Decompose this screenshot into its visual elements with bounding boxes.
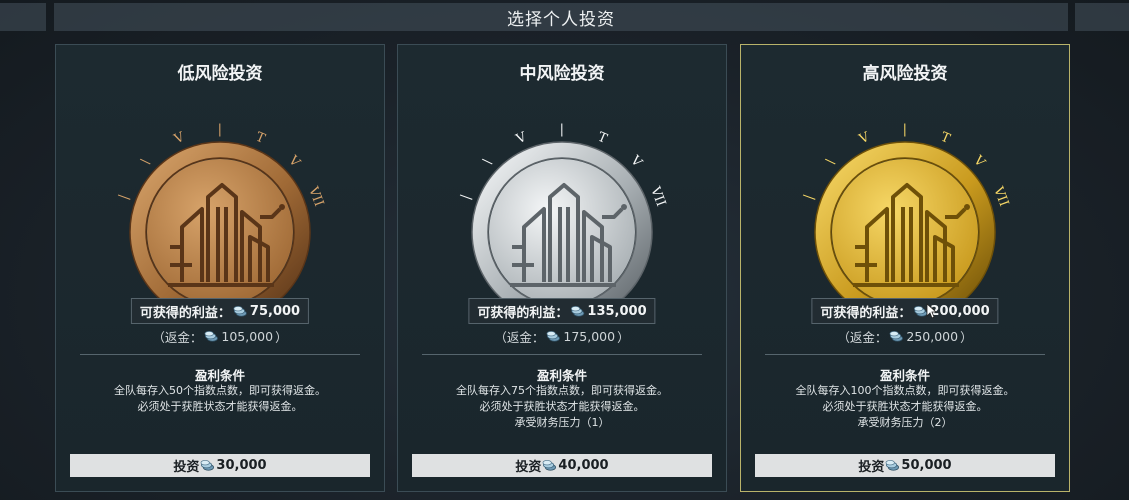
invest-button-label: 投资 <box>173 460 200 475</box>
profit-label: 可获得的利益： <box>139 305 231 321</box>
rebate-suffix: ） <box>960 330 973 345</box>
emblem-numeral: V <box>513 129 529 147</box>
profit-value: 135,000 <box>587 303 647 319</box>
invest-button[interactable]: 投资 30,000 <box>70 454 370 477</box>
emblem-numeral: \ <box>139 155 153 169</box>
profit-value: 75,000 <box>249 303 301 319</box>
profit-box: 可获得的利益： 135,000 <box>468 298 656 324</box>
emblem-numeral: | <box>116 192 132 201</box>
investment-card-medium[interactable]: 中风险投资 | \ V | T V VII 可获得的利益： 135,000 （返金： 175… <box>397 44 727 492</box>
header-side-right <box>1075 3 1129 31</box>
investment-card-high[interactable]: 高风险投资 | \ V | T V VII 可获得的利益： 200,000 （返金： 250… <box>740 44 1070 492</box>
rebate-prefix: （返金： <box>152 330 203 345</box>
chip-icon <box>571 305 585 317</box>
condition-title: 盈利条件 <box>536 368 587 383</box>
emblem-numeral: | <box>903 122 907 137</box>
card-title: 低风险投资 <box>177 64 263 84</box>
emblem-numeral: | <box>218 122 222 137</box>
chip-icon <box>233 305 247 317</box>
card-title: 中风险投资 <box>519 64 605 84</box>
rebate-prefix: （返金： <box>837 330 888 345</box>
rebate-value: 175,000 <box>563 329 616 344</box>
rebate-line: （返金： 250,000 ） <box>741 327 1069 346</box>
emblem-numeral: T <box>595 130 609 147</box>
cursor-icon <box>926 303 938 319</box>
invest-button[interactable]: 投资 40,000 <box>412 454 712 477</box>
emblem-numeral: T <box>938 130 952 147</box>
condition-line: 必须处于获胜状态才能获得返金。 <box>822 400 988 413</box>
investment-card-low[interactable]: 低风险投资 | \ V | T V VII 可获得的利益： 75,000 （返金： 105,… <box>55 44 385 492</box>
rebate-line: （返金： 105,000 ） <box>56 327 384 346</box>
chip-icon <box>547 331 561 342</box>
condition-line: 承受财务压力（1） <box>514 416 610 429</box>
chip-icon <box>886 460 900 471</box>
invest-button-label: 投资 <box>515 460 542 475</box>
invest-button-value: 30,000 <box>216 458 267 473</box>
profit-box: 可获得的利益： 75,000 <box>130 298 310 324</box>
emblem-numeral: | <box>458 192 474 201</box>
emblem-numeral: V <box>856 129 872 147</box>
chip-icon <box>201 460 215 471</box>
chip-icon <box>890 331 904 342</box>
emblem-numeral: | <box>560 122 564 137</box>
emblem-numeral: \ <box>481 155 495 169</box>
rebate-suffix: ） <box>275 330 288 345</box>
divider <box>765 354 1045 355</box>
invest-button[interactable]: 投资 50,000 <box>755 454 1055 477</box>
emblem-numeral: \ <box>824 155 838 169</box>
emblem-numeral: V <box>171 129 187 147</box>
condition-lines: 全队每存入100个指数点数，即可获得返金。 必须处于获胜状态才能获得返金。 承受… <box>741 383 1069 431</box>
chip-icon <box>205 331 219 342</box>
profit-label: 可获得的利益： <box>820 305 912 321</box>
profit-value: 200,000 <box>930 303 990 319</box>
condition-line: 全队每存入50个指数点数，即可获得返金。 <box>114 384 326 397</box>
invest-button-label: 投资 <box>858 460 885 475</box>
card-title: 高风险投资 <box>862 64 948 84</box>
emblem-numeral: VII <box>305 184 326 209</box>
condition-title: 盈利条件 <box>194 368 245 383</box>
emblem-numeral: VII <box>990 184 1011 209</box>
condition-line: 必须处于获胜状态才能获得返金。 <box>137 400 303 413</box>
rebate-value: 250,000 <box>906 329 959 344</box>
condition-line: 必须处于获胜状态才能获得返金。 <box>479 400 645 413</box>
divider <box>80 354 360 355</box>
rebate-line: （返金： 175,000 ） <box>398 327 726 346</box>
emblem-numeral: V <box>970 152 988 170</box>
emblem-numeral: V <box>627 152 645 170</box>
condition-lines: 全队每存入50个指数点数，即可获得返金。 必须处于获胜状态才能获得返金。 <box>56 383 384 415</box>
invest-button-value: 40,000 <box>558 458 609 473</box>
condition-line: 全队每存入100个指数点数，即可获得返金。 <box>795 384 1015 397</box>
rebate-value: 105,000 <box>221 329 274 344</box>
invest-button-value: 50,000 <box>901 458 952 473</box>
chip-icon <box>543 460 557 471</box>
rebate-prefix: （返金： <box>494 330 545 345</box>
header-side-left <box>0 3 46 31</box>
emblem-numeral: T <box>253 130 267 147</box>
condition-title: 盈利条件 <box>879 368 930 383</box>
header-bar: 选择个人投资 <box>54 3 1068 31</box>
profit-box: 可获得的利益： 200,000 <box>811 298 999 324</box>
condition-line: 全队每存入75个指数点数，即可获得返金。 <box>456 384 668 397</box>
condition-lines: 全队每存入75个指数点数，即可获得返金。 必须处于获胜状态才能获得返金。 承受财… <box>398 383 726 431</box>
condition-line: 承受财务压力（2） <box>857 416 953 429</box>
profit-label: 可获得的利益： <box>477 305 569 321</box>
page-title: 选择个人投资 <box>507 9 615 30</box>
rebate-suffix: ） <box>617 330 630 345</box>
divider <box>422 354 702 355</box>
emblem-numeral: | <box>801 192 817 201</box>
emblem-numeral: V <box>285 152 303 170</box>
emblem-numeral: VII <box>647 184 668 209</box>
